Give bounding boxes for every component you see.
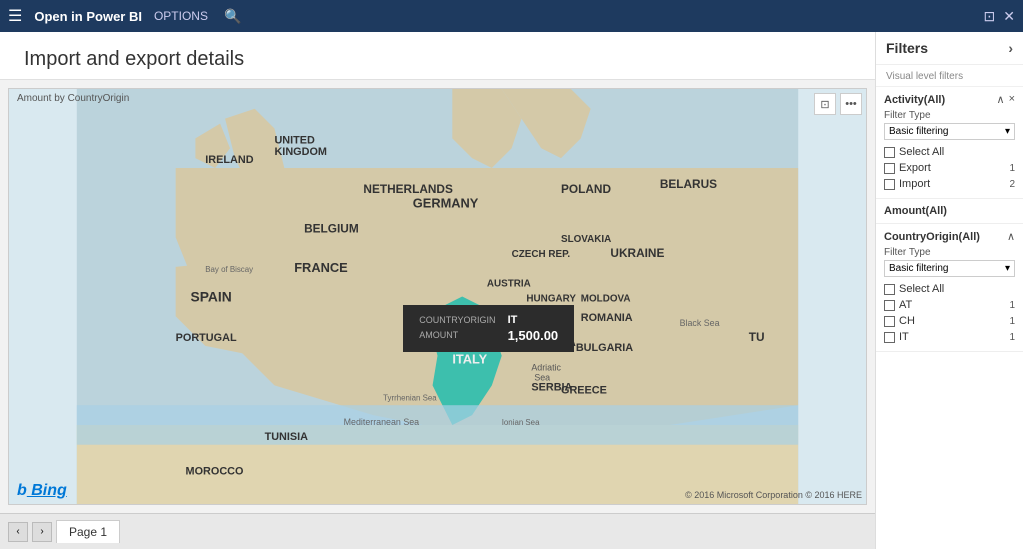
svg-text:IRELAND: IRELAND: [205, 154, 253, 166]
activity-import-checkbox[interactable]: [884, 179, 895, 190]
svg-text:UKRAINE: UKRAINE: [610, 246, 664, 260]
page-navigation: ‹ › Page 1: [0, 513, 875, 549]
restore-button[interactable]: ⊡: [984, 8, 996, 25]
svg-text:Adriatic: Adriatic: [531, 363, 561, 373]
search-icon[interactable]: 🔍: [224, 8, 241, 25]
map-tooltip: COUNTRYORIGIN IT AMOUNT 1,500.00: [403, 305, 574, 352]
page-header: Import and export details: [0, 32, 875, 80]
svg-text:SLOVAKIA: SLOVAKIA: [561, 234, 611, 245]
svg-text:UNITED: UNITED: [274, 134, 315, 146]
activity-close-icon[interactable]: ×: [1009, 93, 1015, 106]
svg-text:TUNISIA: TUNISIA: [265, 431, 309, 443]
svg-text:KINGDOM: KINGDOM: [274, 146, 326, 158]
close-button[interactable]: ✕: [1003, 8, 1015, 25]
countryorigin-at-item[interactable]: AT 1: [884, 297, 1015, 313]
more-options-icon[interactable]: •••: [840, 93, 862, 115]
countryorigin-filter-actions: ∧: [1007, 230, 1015, 243]
activity-select-all-checkbox[interactable]: [884, 147, 895, 158]
filters-header: Filters ›: [876, 32, 1023, 65]
filters-panel: Filters › Visual level filters Activity(…: [875, 32, 1023, 549]
svg-text:FRANCE: FRANCE: [294, 260, 348, 275]
tooltip-amount-value: 1,500.00: [500, 327, 563, 344]
svg-text:ROMANIA: ROMANIA: [581, 312, 633, 324]
svg-text:Bay of Biscay: Bay of Biscay: [205, 265, 253, 274]
tooltip-country-label: COUNTRYORIGIN: [415, 313, 499, 327]
countryorigin-collapse-icon[interactable]: ∧: [1007, 230, 1015, 243]
amount-filter-card: Amount(All): [876, 199, 1023, 224]
svg-text:Black Sea: Black Sea: [680, 318, 720, 328]
tooltip-amount-label: AMOUNT: [415, 327, 499, 344]
svg-text:GERMANY: GERMANY: [413, 196, 479, 211]
countryorigin-select-all[interactable]: Select All: [884, 281, 1015, 297]
activity-filter-header: Activity(All) ∧ ×: [884, 93, 1015, 106]
activity-export-item[interactable]: Export 1: [884, 160, 1015, 176]
svg-text:POLAND: POLAND: [561, 182, 611, 196]
activity-filter-card: Activity(All) ∧ × Filter Type Basic filt…: [876, 87, 1023, 199]
svg-text:SPAIN: SPAIN: [190, 288, 231, 304]
dropdown-chevron-icon: ▾: [1005, 126, 1010, 137]
map-controls: ⊡ •••: [814, 93, 862, 115]
map-visual: IRELAND UNITED KINGDOM NETHERLANDS GERMA…: [9, 89, 866, 504]
app-title: Open in Power BI: [34, 9, 142, 24]
svg-text:MOROCCO: MOROCCO: [186, 465, 244, 477]
activity-filter-type-select[interactable]: Basic filtering ▾: [884, 123, 1015, 140]
svg-text:BELARUS: BELARUS: [660, 177, 717, 191]
svg-text:Mediterranean Sea: Mediterranean Sea: [344, 417, 420, 427]
svg-text:PORTUGAL: PORTUGAL: [176, 332, 237, 344]
filters-expand-icon[interactable]: ›: [1008, 40, 1013, 56]
countryorigin-filter-header: CountryOrigin(All) ∧: [884, 230, 1015, 243]
svg-text:MOLDOVA: MOLDOVA: [581, 293, 631, 304]
countryorigin-filter-card: CountryOrigin(All) ∧ Filter Type Basic f…: [876, 224, 1023, 352]
svg-text:BULGARIA: BULGARIA: [576, 342, 633, 354]
window-controls: ⊡ ✕: [984, 8, 1015, 25]
svg-text:AUSTRIA: AUSTRIA: [487, 279, 531, 290]
page-title: Import and export details: [24, 48, 851, 71]
activity-filter-type-label: Filter Type: [884, 110, 1015, 121]
svg-text:HUNGARY: HUNGARY: [526, 293, 576, 304]
countryorigin-at-checkbox[interactable]: [884, 300, 895, 311]
options-menu[interactable]: OPTIONS: [154, 9, 208, 23]
content-area: Import and export details Amount by Coun…: [0, 32, 875, 549]
countryorigin-select-all-checkbox[interactable]: [884, 284, 895, 295]
page-1-tab[interactable]: Page 1: [56, 520, 120, 543]
countryorigin-ch-item[interactable]: CH 1: [884, 313, 1015, 329]
copyright-notice: © 2016 Microsoft Corporation © 2016 HERE: [685, 490, 862, 500]
expand-icon[interactable]: ⊡: [814, 93, 836, 115]
activity-select-all[interactable]: Select All: [884, 144, 1015, 160]
activity-collapse-icon[interactable]: ∧: [997, 93, 1005, 106]
visual-level-label: Visual level filters: [876, 65, 1023, 87]
countryorigin-filter-type-select[interactable]: Basic filtering ▾: [884, 260, 1015, 277]
tooltip-country-value: IT: [500, 313, 563, 327]
countryorigin-ch-checkbox[interactable]: [884, 316, 895, 327]
activity-filter-title: Activity(All): [884, 94, 945, 106]
svg-text:Tyrrhenian Sea: Tyrrhenian Sea: [383, 393, 437, 402]
svg-text:NETHERLANDS: NETHERLANDS: [363, 182, 453, 196]
svg-text:CZECH REP.: CZECH REP.: [512, 249, 571, 260]
svg-text:GREECE: GREECE: [561, 384, 607, 396]
activity-filter-actions: ∧ ×: [997, 93, 1016, 106]
svg-text:ITALY: ITALY: [452, 352, 487, 367]
countryorigin-filter-title: CountryOrigin(All): [884, 231, 980, 243]
prev-page-button[interactable]: ‹: [8, 522, 28, 542]
countryorigin-it-checkbox[interactable]: [884, 332, 895, 343]
svg-text:BELGIUM: BELGIUM: [304, 221, 359, 235]
svg-text:TU: TU: [749, 330, 765, 344]
map-label: Amount by CountryOrigin: [17, 93, 129, 104]
next-page-button[interactable]: ›: [32, 522, 52, 542]
countryorigin-it-item[interactable]: IT 1: [884, 329, 1015, 345]
map-container: Amount by CountryOrigin ⊡ •••: [8, 88, 867, 505]
activity-import-item[interactable]: Import 2: [884, 176, 1015, 192]
amount-filter-title: Amount(All): [884, 205, 947, 217]
bing-logo: b Bing: [17, 482, 67, 500]
filters-title: Filters: [886, 40, 928, 56]
title-bar: ☰ Open in Power BI OPTIONS 🔍 ⊡ ✕: [0, 0, 1023, 32]
dropdown-chevron-icon-2: ▾: [1005, 263, 1010, 274]
activity-export-checkbox[interactable]: [884, 163, 895, 174]
svg-text:Ionian Sea: Ionian Sea: [502, 418, 540, 427]
main-layout: Import and export details Amount by Coun…: [0, 32, 1023, 549]
countryorigin-filter-type-label: Filter Type: [884, 247, 1015, 258]
hamburger-menu[interactable]: ☰: [8, 6, 22, 26]
